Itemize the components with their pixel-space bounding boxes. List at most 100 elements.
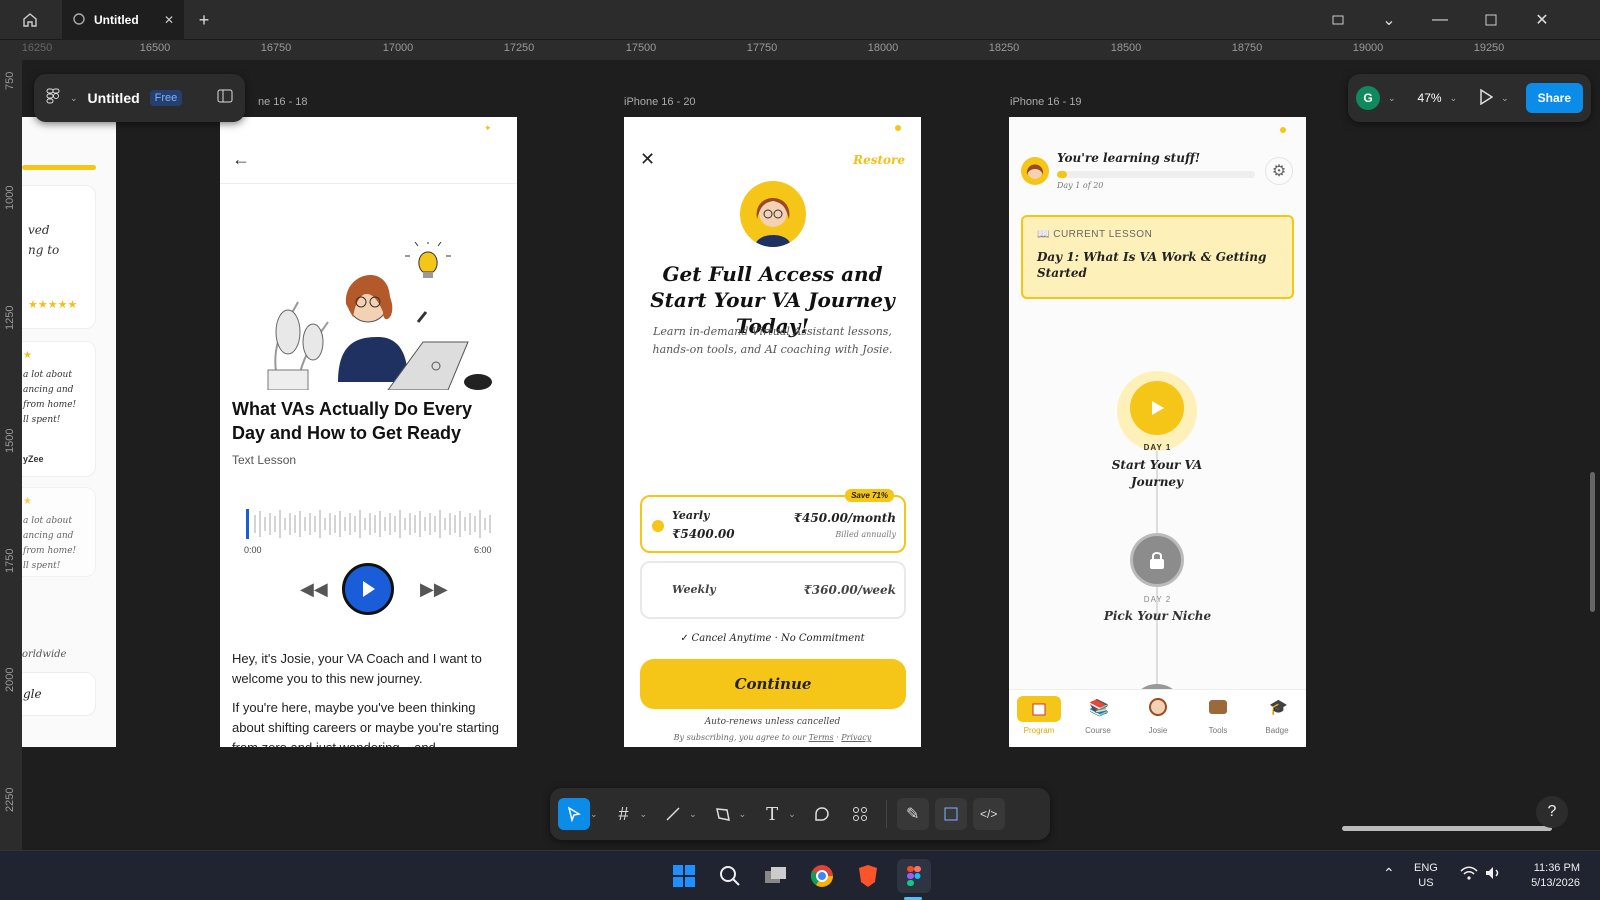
toolbar-divider [885,800,887,828]
figma-taskbar-icon[interactable] [897,859,931,893]
language-indicator[interactable]: ENG US [1414,861,1438,891]
avatar[interactable] [1021,157,1049,185]
pen-tool[interactable] [707,798,739,830]
back-arrow-icon[interactable]: ← [232,149,250,170]
chevron-down-icon[interactable]: ⌄ [1450,93,1458,104]
current-lesson-label: CURRENT LESSON [1053,229,1153,240]
frame-iphone-16-19[interactable]: You're learning stuff! Day 1 of 20 ⚙ 📖 C… [1009,117,1306,747]
present-icon[interactable] [1479,88,1494,108]
chevron-down-icon[interactable]: ⌄ [739,809,747,820]
help-button[interactable]: ? [1536,796,1568,828]
ruler-tick: 17750 [746,42,778,54]
sign-in-button[interactable]: gle [22,672,96,716]
privacy-link[interactable]: Privacy [841,733,871,742]
books-icon[interactable]: 📚 [1089,698,1109,718]
continue-button[interactable]: Continue [640,659,906,709]
task-view-icon[interactable] [759,859,793,893]
ruler-tick: 19250 [1473,42,1505,54]
chevron-up-icon[interactable]: ⌃ [1383,865,1395,882]
settings-button[interactable]: ⚙ [1265,157,1293,185]
maximize-icon[interactable] [1477,6,1505,34]
close-window-icon[interactable]: ✕ [1528,6,1556,34]
chevron-down-icon[interactable]: ⌄ [1501,93,1509,104]
nav-program[interactable]: Program [1016,726,1062,735]
share-button[interactable]: Share [1525,83,1583,113]
comment-tool[interactable] [806,798,838,830]
volume-icon[interactable] [1484,865,1502,886]
text-tool[interactable]: T [756,798,788,830]
close-icon[interactable]: ✕ [640,149,655,170]
nav-josie[interactable]: Josie [1135,726,1181,735]
current-lesson-card[interactable]: 📖 CURRENT LESSON Day 1: What Is VA Work … [1021,215,1294,299]
window-restore-icon[interactable] [1324,6,1352,34]
frame-label[interactable]: iPhone 16 - 19 [1010,96,1082,108]
chrome-icon[interactable] [805,859,839,893]
file-tab[interactable]: Untitled ✕ [62,0,184,40]
day2-node[interactable] [1130,533,1184,587]
horizontal-ruler: 16250 16500 16750 17000 17250 17500 1775… [0,40,1600,60]
nav-tools[interactable]: Tools [1195,726,1241,735]
search-icon[interactable] [713,859,747,893]
rewind-icon[interactable]: ◀◀ [300,579,328,600]
briefcase-icon[interactable] [1209,700,1227,714]
frame-iphone-16-18[interactable]: ✦ ← What VAs Actually Do Every Day and H… [220,117,517,747]
josie-avatar-icon[interactable] [1149,698,1167,716]
figma-menu-icon[interactable] [46,88,60,109]
play-icon [363,581,375,597]
figma-file-icon [72,12,86,29]
zoom-level[interactable]: 47% [1418,91,1442,105]
actions-tool[interactable] [844,798,876,830]
chevron-down-icon[interactable]: ⌄ [70,93,78,104]
sidebar-toggle-icon[interactable] [217,89,233,108]
terms-link[interactable]: Terms [809,733,834,742]
vertical-scrollbar[interactable] [1590,472,1595,612]
user-avatar[interactable]: G [1356,86,1380,110]
plan-name: Weekly [672,583,716,596]
status-dot [1280,127,1286,133]
draw-mode[interactable]: ✎ [896,798,929,830]
day1-node[interactable] [1130,381,1184,435]
minimize-icon[interactable]: — [1426,6,1454,34]
divider [220,183,517,184]
chevron-down-icon[interactable]: ⌄ [689,809,697,820]
design-mode[interactable] [934,798,967,830]
chevron-down-icon[interactable]: ⌄ [788,809,796,820]
plan-yearly[interactable]: Save 71% Yearly ₹5400.00 ₹450.00/month B… [640,489,906,553]
frame-partial-left[interactable]: ved ng to ★★★★★ ★ a lot about ancing and… [22,117,116,747]
nav-badge[interactable]: Badge [1254,726,1300,735]
plan-weekly[interactable]: Weekly ₹360.00/week [640,561,906,619]
play-button[interactable] [342,563,394,615]
dev-mode[interactable]: </> [972,798,1005,830]
wifi-icon[interactable] [1460,865,1478,886]
brave-icon[interactable] [851,859,885,893]
nav-course[interactable]: Course [1075,726,1121,735]
clock[interactable]: 11:36 PM 5/13/2026 [1512,861,1580,891]
frame-iphone-16-20[interactable]: ✕ Restore Get Full Access and Start Your… [624,117,921,747]
frame-tool[interactable]: # [608,798,640,830]
plan-name: Yearly [672,509,710,522]
windows-start-icon[interactable] [667,859,701,893]
plan-badge[interactable]: Free [149,90,183,106]
chevron-down-icon[interactable]: ⌄ [1375,6,1403,34]
horizontal-scrollbar[interactable] [1342,826,1552,831]
ruler-tick: 750 [4,71,16,90]
calendar-icon[interactable] [1017,696,1061,722]
chevron-down-icon[interactable]: ⌄ [640,809,648,820]
audio-waveform[interactable] [246,507,492,541]
graduation-cap-icon[interactable]: 🎓 [1269,698,1288,716]
chevron-down-icon[interactable]: ⌄ [1388,93,1396,104]
chevron-down-icon[interactable]: ⌄ [590,809,598,820]
cancel-note: Cancel Anytime · No Commitment [691,633,865,644]
home-icon[interactable] [16,6,44,34]
fast-forward-icon[interactable]: ▶▶ [420,579,448,600]
new-tab-icon[interactable]: + [190,6,218,34]
canvas[interactable]: ved ng to ★★★★★ ★ a lot about ancing and… [22,60,1600,850]
close-tab-icon[interactable]: ✕ [164,13,174,27]
move-tool[interactable] [558,798,590,830]
file-name[interactable]: Untitled [88,90,140,106]
frame-label[interactable]: ne 16 - 18 [258,96,308,108]
restore-link[interactable]: Restore [853,153,905,167]
line-tool[interactable] [657,798,689,830]
coach-avatar [740,181,806,247]
frame-label[interactable]: iPhone 16 - 20 [624,96,696,108]
